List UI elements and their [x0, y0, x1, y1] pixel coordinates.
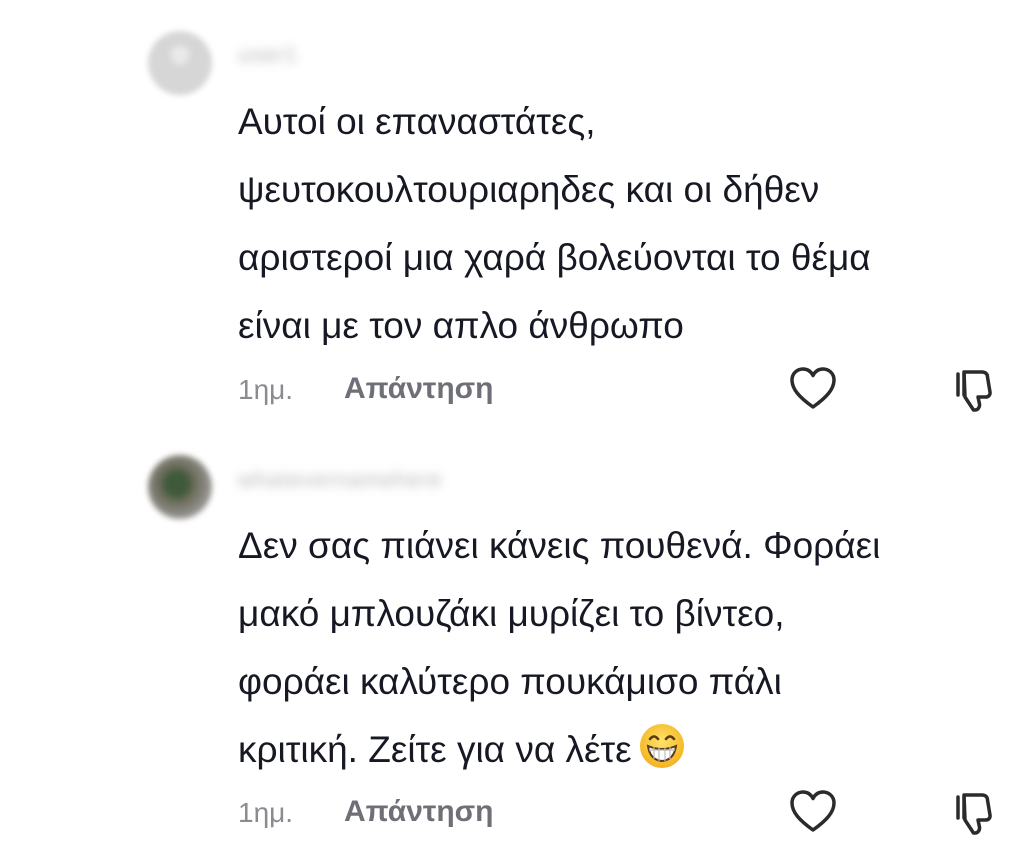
avatar[interactable] — [148, 31, 212, 95]
reply-button[interactable]: Απάντηση — [344, 372, 494, 406]
comment-text-content: Δεν σας πιάνει κάνεις πουθενά. Φοράει μα… — [238, 525, 881, 770]
comment-username[interactable]: whatevernamehere — [238, 469, 442, 491]
comment-timestamp: 1ημ. — [238, 374, 294, 405]
dislike-button[interactable] — [949, 366, 997, 414]
comment-text: Αυτοί οι επαναστάτες, ψευτοκουλτουριαρηδ… — [238, 101, 871, 346]
heart-icon — [790, 790, 836, 832]
comment-username[interactable]: user1 — [238, 44, 298, 66]
reply-button[interactable]: Απάντηση — [344, 795, 494, 829]
like-button[interactable] — [789, 366, 837, 412]
comment-timestamp: 1ημ. — [238, 797, 294, 828]
grinning-face-emoji — [639, 724, 684, 768]
avatar[interactable] — [148, 455, 212, 519]
thumbs-down-icon — [956, 793, 992, 835]
comment-text: Δεν σας πιάνει κάνεις πουθενά. Φοράει μα… — [238, 512, 1018, 784]
heart-icon — [790, 367, 836, 409]
thumbs-down-icon — [956, 370, 992, 412]
like-button[interactable] — [789, 789, 837, 835]
comment-actions: 1ημ. Απάντηση — [238, 789, 1024, 839]
dislike-button[interactable] — [949, 789, 997, 837]
comment-actions: 1ημ. Απάντηση — [238, 366, 1024, 416]
